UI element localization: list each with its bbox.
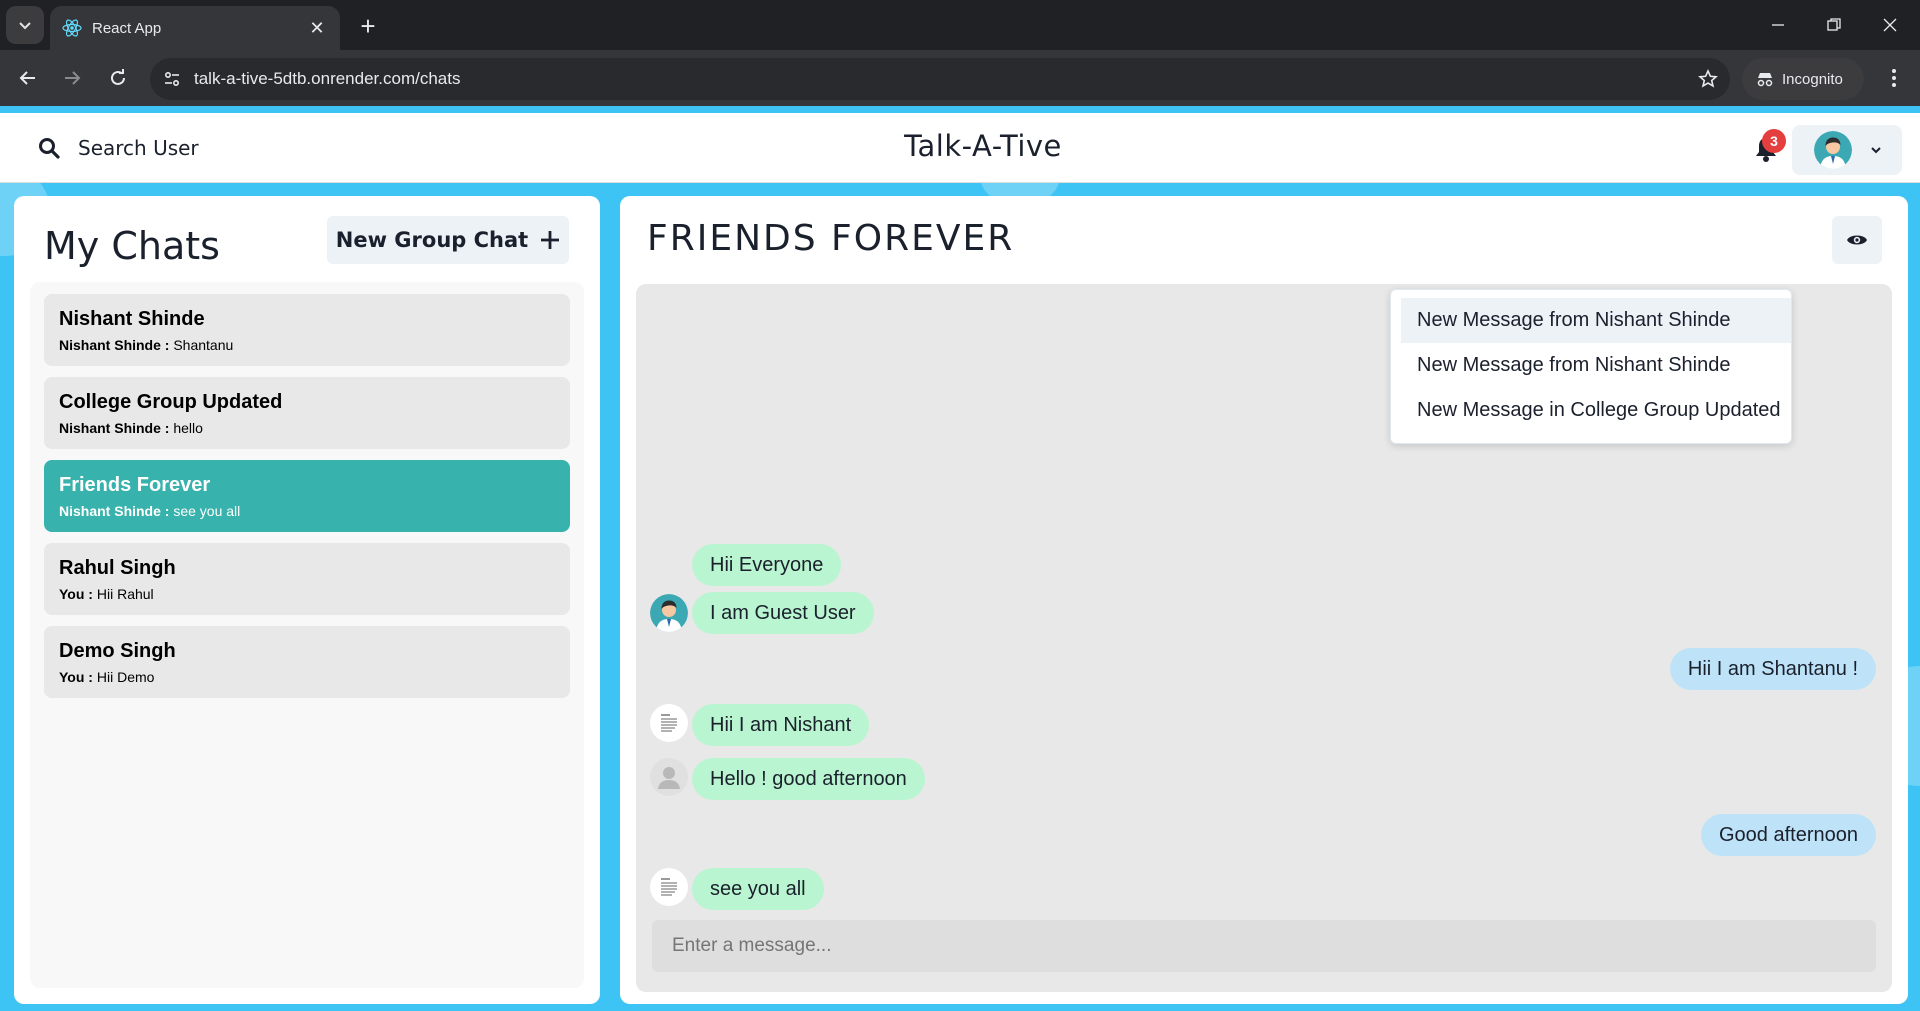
message-bubble-own: Good afternoon bbox=[1701, 814, 1876, 856]
message-input[interactable] bbox=[652, 920, 1876, 972]
plus-icon bbox=[541, 231, 560, 249]
message-bubble: I am Guest User bbox=[692, 592, 874, 634]
incognito-indicator[interactable]: Incognito bbox=[1742, 58, 1864, 100]
new-tab-button[interactable]: + bbox=[352, 10, 384, 42]
chat-last-text: Hii Demo bbox=[96, 669, 155, 685]
chat-last-sender: You : bbox=[59, 586, 93, 602]
my-chats-panel: My Chats New Group Chat Nishant Shinde N… bbox=[14, 196, 600, 1004]
chat-list-item[interactable]: Demo Singh You : Hii Demo bbox=[44, 626, 570, 698]
notification-item[interactable]: New Message from Nishant Shinde bbox=[1391, 343, 1791, 388]
view-profile-button[interactable] bbox=[1832, 216, 1882, 264]
message-bubble: Hello ! good afternoon bbox=[692, 758, 925, 800]
default-avatar-icon bbox=[650, 758, 688, 796]
app-page: Search User Talk-A-Tive 3 My Chats New G… bbox=[0, 106, 1920, 1011]
arrow-left-icon bbox=[19, 71, 35, 85]
reload-icon bbox=[111, 69, 125, 85]
browser-toolbar: talk-a-tive-5dtb.onrender.com/chats Inco… bbox=[0, 50, 1920, 106]
browser-tabstrip: React App ✕ + bbox=[0, 0, 1920, 50]
avatar bbox=[1814, 131, 1852, 169]
chat-last-message: Nishant Shinde : Shantanu bbox=[59, 337, 555, 353]
tab-search-button[interactable] bbox=[6, 6, 44, 44]
bookmark-star-icon[interactable] bbox=[1686, 69, 1730, 89]
chat-last-sender: Nishant Shinde : bbox=[59, 337, 170, 353]
notification-item[interactable]: New Message in College Group Updated bbox=[1391, 388, 1791, 433]
chat-list-item[interactable]: College Group Updated Nishant Shinde : h… bbox=[44, 377, 570, 449]
chat-list-item[interactable]: Nishant Shinde Nishant Shinde : Shantanu bbox=[44, 294, 570, 366]
url-text[interactable]: talk-a-tive-5dtb.onrender.com/chats bbox=[194, 69, 1686, 89]
reload-button[interactable] bbox=[100, 60, 136, 96]
restore-icon bbox=[1827, 18, 1841, 31]
my-chats-title: My Chats bbox=[44, 224, 220, 268]
browser-menu-button[interactable] bbox=[1876, 60, 1912, 96]
message-bubble: Hii Everyone bbox=[692, 544, 842, 586]
chat-last-message: Nishant Shinde : see you all bbox=[59, 503, 555, 519]
chevron-down-icon bbox=[19, 22, 31, 30]
chevron-down-icon bbox=[1871, 147, 1881, 154]
tab-title: React App bbox=[92, 19, 162, 37]
restore-button[interactable] bbox=[1806, 0, 1862, 50]
notification-menu: New Message from Nishant Shinde New Mess… bbox=[1390, 289, 1792, 444]
chat-last-text: see you all bbox=[173, 503, 241, 519]
new-group-chat-label: New Group Chat bbox=[335, 228, 529, 252]
address-bar[interactable]: talk-a-tive-5dtb.onrender.com/chats bbox=[150, 58, 1730, 100]
forward-button[interactable] bbox=[54, 60, 90, 96]
profile-menu-button[interactable] bbox=[1792, 125, 1902, 175]
chat-name: Nishant Shinde bbox=[59, 308, 205, 330]
eye-icon bbox=[1847, 235, 1867, 245]
close-window-button[interactable] bbox=[1862, 0, 1918, 50]
notification-badge: 3 bbox=[1762, 129, 1786, 153]
new-group-chat-button[interactable]: New Group Chat bbox=[327, 216, 569, 264]
more-vert-icon bbox=[1892, 69, 1896, 87]
chat-last-text: hello bbox=[173, 420, 203, 436]
message-bubble-own: Hii I am Shantanu ! bbox=[1669, 648, 1876, 690]
app-title: Talk-A-Tive bbox=[904, 129, 1062, 163]
chat-last-text: Shantanu bbox=[173, 337, 234, 353]
chat-last-message: You : Hii Demo bbox=[59, 669, 555, 685]
react-logo-icon bbox=[62, 19, 82, 37]
chat-last-sender: Nishant Shinde : bbox=[59, 503, 170, 519]
incognito-label: Incognito bbox=[1782, 70, 1843, 88]
chat-last-message: Nishant Shinde : hello bbox=[59, 420, 555, 436]
sender-avatar bbox=[650, 704, 688, 742]
chat-title: FRIENDS FOREVER bbox=[647, 218, 1015, 259]
browser-tab[interactable]: React App ✕ bbox=[50, 6, 340, 50]
chat-list-item[interactable]: Rahul Singh You : Hii Rahul bbox=[44, 543, 570, 615]
notification-item[interactable]: New Message from Nishant Shinde bbox=[1401, 298, 1791, 343]
minimize-icon bbox=[1772, 24, 1784, 26]
close-tab-icon[interactable]: ✕ bbox=[306, 18, 328, 39]
chat-name: Rahul Singh bbox=[59, 557, 176, 579]
chat-last-sender: Nishant Shinde : bbox=[59, 420, 170, 436]
chat-name: Friends Forever bbox=[59, 474, 211, 496]
app-header: Search User Talk-A-Tive 3 bbox=[0, 113, 1920, 183]
chat-list: Nishant Shinde Nishant Shinde : Shantanu… bbox=[30, 282, 584, 988]
chat-name: Demo Singh bbox=[59, 640, 176, 662]
sender-avatar bbox=[650, 868, 688, 906]
incognito-icon bbox=[1757, 73, 1773, 87]
site-info-icon[interactable] bbox=[150, 70, 194, 88]
back-button[interactable] bbox=[10, 60, 46, 96]
arrow-right-icon bbox=[65, 71, 81, 85]
chat-list-item-active[interactable]: Friends Forever Nishant Shinde : see you… bbox=[44, 460, 570, 532]
message-bubble: see you all bbox=[692, 868, 824, 910]
minimize-button[interactable] bbox=[1750, 0, 1806, 50]
close-icon bbox=[1883, 18, 1897, 32]
chat-last-sender: You : bbox=[59, 669, 93, 685]
chat-last-message: You : Hii Rahul bbox=[59, 586, 555, 602]
chat-name: College Group Updated bbox=[59, 391, 283, 413]
message-bubble: Hii I am Nishant bbox=[692, 704, 870, 746]
sender-avatar bbox=[650, 594, 688, 632]
chat-last-text: Hii Rahul bbox=[96, 586, 154, 602]
